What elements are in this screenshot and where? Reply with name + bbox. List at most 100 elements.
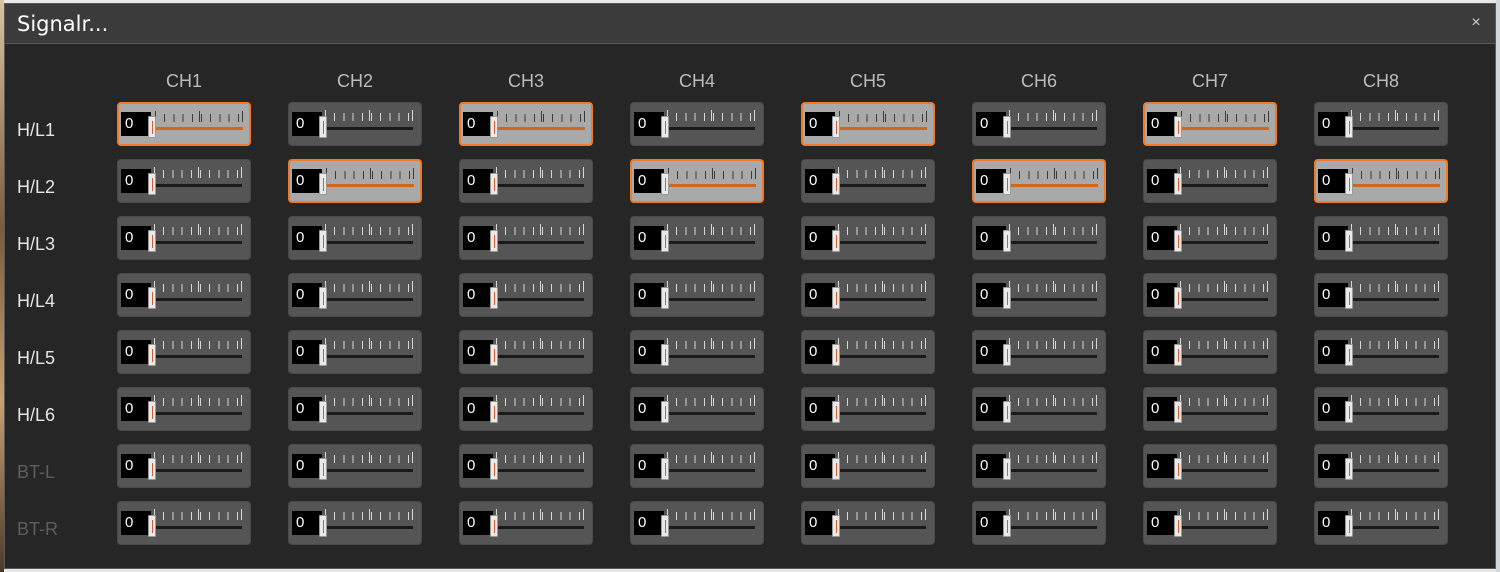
slider-thumb[interactable] [319, 230, 327, 252]
slider-thumb[interactable] [319, 287, 327, 309]
slider-track[interactable] [494, 355, 584, 358]
level-value[interactable]: 0 [463, 397, 493, 421]
slider-thumb[interactable] [1174, 173, 1182, 195]
slider-track[interactable] [1178, 298, 1268, 301]
level-slider[interactable]: 0 [117, 444, 251, 488]
slider-thumb[interactable] [1174, 458, 1182, 480]
slider-track[interactable] [152, 298, 242, 301]
slider-track[interactable] [153, 127, 243, 130]
slider-track[interactable] [836, 412, 926, 415]
level-slider[interactable]: 0 [972, 159, 1106, 203]
slider-track[interactable] [1178, 526, 1268, 529]
level-slider[interactable]: 0 [801, 387, 935, 431]
slider-track[interactable] [1178, 469, 1268, 472]
level-slider[interactable]: 0 [801, 501, 935, 545]
slider-track[interactable] [665, 355, 755, 358]
slider-track[interactable] [323, 127, 413, 130]
slider-thumb[interactable] [1345, 401, 1353, 423]
slider-thumb[interactable] [148, 344, 156, 366]
slider-track[interactable] [1007, 469, 1097, 472]
level-value[interactable]: 0 [121, 283, 151, 307]
slider-track[interactable] [495, 127, 585, 130]
slider-track[interactable] [1179, 127, 1269, 130]
level-value[interactable]: 0 [634, 169, 664, 193]
level-slider[interactable]: 0 [288, 273, 422, 317]
level-slider[interactable]: 0 [801, 102, 935, 146]
slider-track[interactable] [1007, 412, 1097, 415]
level-value[interactable]: 0 [292, 169, 322, 193]
level-slider[interactable]: 0 [630, 444, 764, 488]
level-value[interactable]: 0 [1147, 397, 1177, 421]
slider-thumb[interactable] [1003, 173, 1011, 195]
level-value[interactable]: 0 [976, 511, 1006, 535]
close-icon[interactable]: × [1467, 14, 1485, 32]
slider-track[interactable] [665, 412, 755, 415]
slider-track[interactable] [494, 412, 584, 415]
level-slider[interactable]: 0 [1314, 216, 1448, 260]
slider-thumb[interactable] [319, 344, 327, 366]
level-slider[interactable]: 0 [630, 102, 764, 146]
slider-track[interactable] [152, 526, 242, 529]
slider-track[interactable] [1349, 526, 1439, 529]
level-value[interactable]: 0 [1318, 511, 1348, 535]
level-slider[interactable]: 0 [117, 501, 251, 545]
slider-track[interactable] [1178, 355, 1268, 358]
level-slider[interactable]: 0 [117, 387, 251, 431]
level-slider[interactable]: 0 [1314, 159, 1448, 203]
slider-track[interactable] [665, 127, 755, 130]
level-slider[interactable]: 0 [1314, 501, 1448, 545]
level-value[interactable]: 0 [976, 340, 1006, 364]
slider-track[interactable] [836, 298, 926, 301]
level-value[interactable]: 0 [634, 397, 664, 421]
slider-thumb[interactable] [832, 287, 840, 309]
level-slider[interactable]: 0 [630, 501, 764, 545]
slider-track[interactable] [323, 469, 413, 472]
slider-thumb[interactable] [1174, 230, 1182, 252]
slider-thumb[interactable] [1003, 401, 1011, 423]
level-slider[interactable]: 0 [1143, 444, 1277, 488]
level-slider[interactable]: 0 [972, 273, 1106, 317]
slider-thumb[interactable] [832, 401, 840, 423]
level-value[interactable]: 0 [121, 511, 151, 535]
slider-track[interactable] [836, 241, 926, 244]
slider-thumb[interactable] [490, 515, 498, 537]
level-value[interactable]: 0 [1318, 169, 1348, 193]
slider-thumb[interactable] [1003, 515, 1011, 537]
slider-thumb[interactable] [661, 287, 669, 309]
slider-thumb[interactable] [661, 344, 669, 366]
level-slider[interactable]: 0 [117, 159, 251, 203]
level-value[interactable]: 0 [1318, 454, 1348, 478]
level-value[interactable]: 0 [292, 511, 322, 535]
level-slider[interactable]: 0 [630, 159, 764, 203]
level-slider[interactable]: 0 [288, 330, 422, 374]
level-slider[interactable]: 0 [630, 387, 764, 431]
title-bar[interactable]: Signalr... × [5, 4, 1495, 44]
slider-thumb[interactable] [1345, 515, 1353, 537]
slider-thumb[interactable] [319, 173, 327, 195]
level-value[interactable]: 0 [1147, 226, 1177, 250]
level-value[interactable]: 0 [805, 511, 835, 535]
slider-thumb[interactable] [832, 116, 840, 138]
slider-track[interactable] [323, 241, 413, 244]
slider-track[interactable] [666, 184, 756, 187]
slider-track[interactable] [1007, 241, 1097, 244]
slider-thumb[interactable] [148, 515, 156, 537]
level-slider[interactable]: 0 [288, 102, 422, 146]
level-slider[interactable]: 0 [1143, 159, 1277, 203]
level-slider[interactable]: 0 [1314, 387, 1448, 431]
slider-track[interactable] [836, 526, 926, 529]
slider-thumb[interactable] [1003, 287, 1011, 309]
level-value[interactable]: 0 [634, 283, 664, 307]
slider-thumb[interactable] [490, 173, 498, 195]
slider-thumb[interactable] [490, 458, 498, 480]
level-value[interactable]: 0 [976, 169, 1006, 193]
level-value[interactable]: 0 [976, 454, 1006, 478]
slider-track[interactable] [152, 184, 242, 187]
slider-thumb[interactable] [148, 230, 156, 252]
level-value[interactable]: 0 [976, 397, 1006, 421]
level-value[interactable]: 0 [463, 112, 493, 136]
level-value[interactable]: 0 [634, 340, 664, 364]
slider-thumb[interactable] [319, 116, 327, 138]
slider-thumb[interactable] [661, 401, 669, 423]
slider-thumb[interactable] [319, 515, 327, 537]
